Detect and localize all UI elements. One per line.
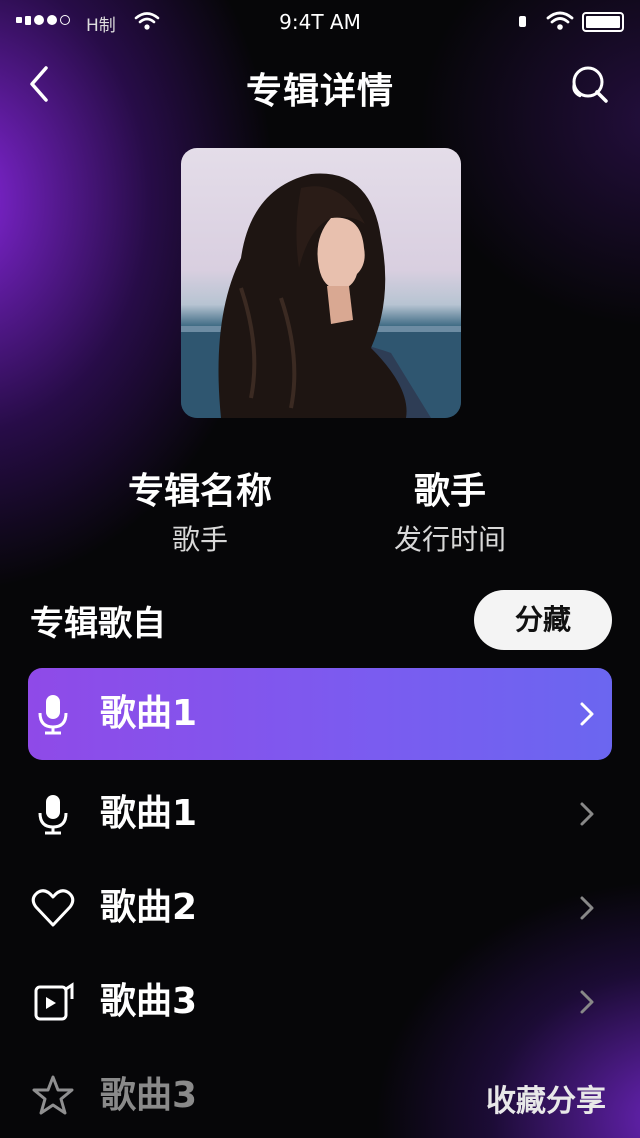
song-title: 歌曲3 [100,981,198,1022]
song-title: 歌曲3 [100,1075,198,1116]
status-bar: H制 9:4T AM [0,0,640,44]
album-artist: 歌手 [171,523,228,556]
video-icon [34,982,74,1021]
album-detail-screen: H制 9:4T AM 专辑详情 专辑名称 歌手 歌手 发行时间 专辑歌自 分藏 … [0,0,640,1138]
collect-button[interactable]: 分藏 [474,590,612,650]
album-cover [181,148,461,418]
search-button[interactable] [566,62,612,108]
page-title: 专辑详情 [245,71,394,112]
battery-icon [582,12,624,32]
chevron-right-icon [580,990,594,1014]
song-title: 歌曲1 [100,793,198,834]
microphone-icon [38,695,68,735]
song-row[interactable]: 歌曲2 [28,862,612,954]
song-row[interactable]: 歌曲1 [28,668,612,760]
heart-icon [31,889,75,927]
songs-section-title: 专辑歌自 [30,604,166,644]
collect-share-button[interactable]: 收藏分享 [486,1076,606,1120]
song-title: 歌曲2 [100,887,198,928]
status-time: 9:4T AM [279,10,361,34]
star-icon [32,1075,74,1115]
release-date: 发行时间 [393,523,506,556]
chevron-right-icon [580,896,594,920]
singer-name: 歌手 [413,471,486,512]
orientation-lock-icon [519,16,526,27]
chevron-right-icon [580,702,594,726]
search-icon [572,66,608,103]
song-title: 歌曲1 [100,693,198,734]
album-cover-photo [181,173,461,418]
microphone-icon [38,795,68,835]
song-row[interactable]: 歌曲3 [28,956,612,1048]
song-row[interactable]: 歌曲1 [28,768,612,860]
chevron-right-icon [580,802,594,826]
album-name: 专辑名称 [127,471,272,512]
wifi-icon [546,11,574,30]
